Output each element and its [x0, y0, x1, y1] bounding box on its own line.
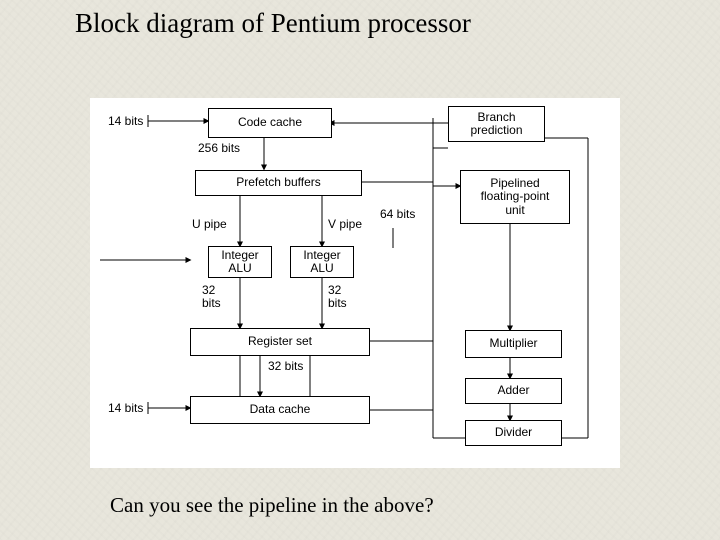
block-label: Pipelined floating-point unit: [481, 177, 550, 217]
label-14bits-top: 14 bits: [108, 115, 143, 128]
label-upipe: U pipe: [192, 218, 227, 231]
block-label: Divider: [495, 426, 532, 439]
label-256bits: 256 bits: [198, 142, 240, 155]
label-14bits-bottom: 14 bits: [108, 402, 143, 415]
label-32bits-left: 32 bits: [202, 284, 221, 309]
block-label: Data cache: [250, 403, 311, 416]
block-label: Prefetch buffers: [236, 176, 321, 189]
block-label: Code cache: [238, 116, 302, 129]
block-fpu: Pipelined floating-point unit: [460, 170, 570, 224]
block-multiplier: Multiplier: [465, 330, 562, 358]
block-label: Integer ALU: [303, 249, 340, 275]
block-label: Branch prediction: [470, 111, 522, 137]
block-integer-alu-v: Integer ALU: [290, 246, 354, 278]
slide: Block diagram of Pentium processor Can y…: [0, 0, 720, 540]
block-diagram: Code cache Branch prediction Prefetch bu…: [90, 98, 620, 468]
block-label: Register set: [248, 335, 312, 348]
label-32bits-right: 32 bits: [328, 284, 347, 309]
label-vpipe: V pipe: [328, 218, 362, 231]
block-integer-alu-u: Integer ALU: [208, 246, 272, 278]
block-register-set: Register set: [190, 328, 370, 356]
label-64bits: 64 bits: [380, 208, 415, 221]
block-prefetch-buffers: Prefetch buffers: [195, 170, 362, 196]
block-code-cache: Code cache: [208, 108, 332, 138]
label-32bits-bottom: 32 bits: [268, 360, 303, 373]
block-branch-prediction: Branch prediction: [448, 106, 545, 142]
page-title: Block diagram of Pentium processor: [75, 8, 471, 39]
caption: Can you see the pipeline in the above?: [110, 493, 434, 518]
block-divider: Divider: [465, 420, 562, 446]
block-label: Integer ALU: [221, 249, 258, 275]
block-label: Multiplier: [489, 337, 537, 350]
block-data-cache: Data cache: [190, 396, 370, 424]
block-label: Adder: [497, 384, 529, 397]
block-adder: Adder: [465, 378, 562, 404]
